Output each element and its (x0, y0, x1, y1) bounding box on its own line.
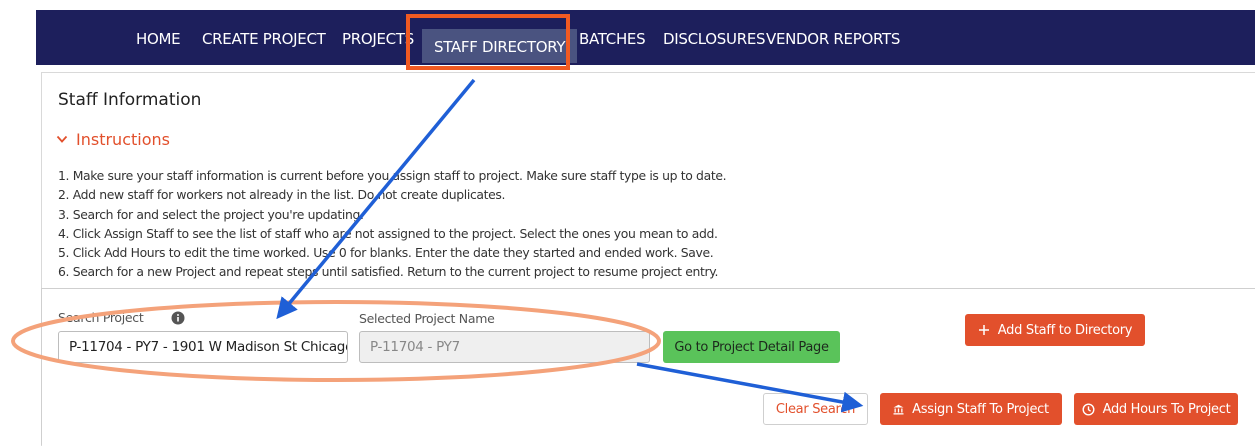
nav-staff-directory[interactable]: STAFF DIRECTORY (422, 29, 578, 63)
instruction-item: 4. Click Assign Staff to see the list of… (58, 225, 718, 241)
clock-icon (1082, 402, 1095, 416)
assign-staff-label: Assign Staff To Project (912, 401, 1049, 417)
bank-icon (893, 404, 904, 414)
selected-project-label: Selected Project Name (359, 311, 495, 326)
instructions-toggle[interactable]: Instructions (56, 128, 170, 150)
instruction-item: 1. Make sure your staff information is c… (58, 168, 727, 183)
add-staff-button[interactable]: Add Staff to Directory (965, 314, 1145, 346)
add-hours-label: Add Hours To Project (1102, 401, 1231, 417)
instructions-label: Instructions (76, 129, 170, 149)
add-staff-label: Add Staff to Directory (997, 322, 1133, 338)
plus-icon (978, 325, 989, 335)
nav-disclosures[interactable]: DISCLOSURES (663, 10, 766, 65)
chevron-down-icon (56, 135, 68, 143)
info-icon[interactable] (171, 311, 185, 325)
search-project-label: Search Project (58, 310, 144, 325)
page-title: Staff Information (58, 90, 202, 110)
clear-search-button[interactable]: Clear Search (763, 393, 868, 425)
top-navbar: HOME CREATE PROJECT PROJECTS STAFF DIREC… (36, 10, 1255, 65)
project-search-form (41, 289, 1255, 445)
instruction-item: 6. Search for a new Project and repeat s… (58, 264, 719, 280)
instruction-item: 5. Click Add Hours to edit the time work… (58, 245, 714, 261)
nav-batches[interactable]: BATCHES (579, 10, 646, 65)
search-project-input[interactable]: P-11704 - PY7 - 1901 W Madison St Chicag… (58, 331, 348, 363)
nav-home[interactable]: HOME (136, 10, 181, 65)
nav-vendor-reports[interactable]: VENDOR REPORTS (766, 10, 900, 65)
go-to-project-detail-button[interactable]: Go to Project Detail Page (663, 331, 840, 363)
nav-create-project[interactable]: CREATE PROJECT (202, 10, 326, 65)
left-gutter (0, 0, 36, 445)
instruction-item: 2. Add new staff for workers not already… (58, 187, 506, 203)
assign-staff-button[interactable]: Assign Staff To Project (880, 393, 1062, 425)
selected-project-field: P-11704 - PY7 (359, 331, 650, 363)
clear-search-label: Clear Search (775, 401, 856, 417)
go-to-project-detail-label: Go to Project Detail Page (674, 339, 829, 355)
instruction-item: 3. Search for and select the project you… (58, 206, 364, 222)
add-hours-button[interactable]: Add Hours To Project (1074, 393, 1238, 425)
nav-projects[interactable]: PROJECTS (342, 10, 414, 65)
instructions-list: 1. Make sure your staff information is c… (58, 166, 727, 282)
